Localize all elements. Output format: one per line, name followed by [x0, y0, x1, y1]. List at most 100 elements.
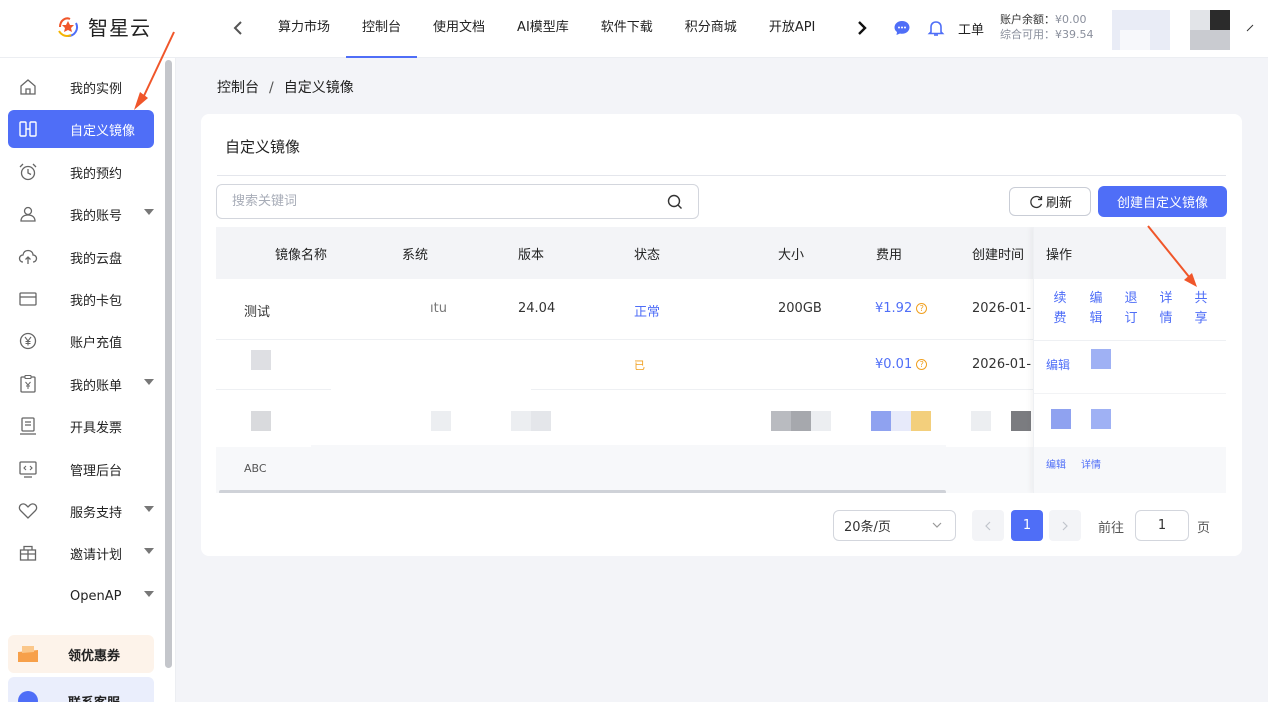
sidebar-promo-label: 联系客服 [68, 692, 120, 702]
tab-points-mall[interactable]: 积分商城 [669, 0, 753, 58]
tab-docs[interactable]: 使用文档 [417, 0, 501, 58]
chevron-left-icon [233, 21, 242, 35]
sidebar-promo-coupons[interactable]: 领优惠券 [8, 635, 154, 673]
chevron-down-icon [144, 548, 154, 554]
search-input[interactable] [232, 185, 652, 218]
page-title: 自定义镜像 [225, 138, 301, 156]
user-icon [20, 206, 36, 222]
redacted-block [531, 411, 551, 431]
sidebar-item-label: 自定义镜像 [70, 123, 136, 139]
column-header-size: 大小 [778, 248, 805, 263]
breadcrumb-current: 自定义镜像 [283, 80, 354, 96]
edit-button[interactable]: 编辑 [1046, 355, 1070, 375]
ticket-link[interactable]: 工单 [958, 19, 984, 38]
sidebar-item-support[interactable]: 服务支持 [8, 492, 154, 530]
divider [1034, 340, 1226, 341]
chevron-down-icon [932, 522, 942, 528]
share-button[interactable]: 共享 [1193, 289, 1209, 329]
edit-button[interactable]: 编辑 [1046, 456, 1066, 476]
sidebar-promo-contact[interactable]: 联系客服 [8, 677, 154, 702]
sidebar-item-label: 我的账号 [70, 208, 123, 224]
tab-open-api[interactable]: 开放API [753, 0, 832, 58]
details-button[interactable]: 详情 [1158, 289, 1174, 329]
nav-prev-arrow[interactable] [228, 16, 248, 40]
top-header: 智星云 算力市场 控制台 使用文档 AI模型库 软件下载 积分商城 开放API 工单 账户余… [0, 0, 1268, 58]
search-box [216, 184, 699, 219]
sidebar-item-invoice[interactable]: 开具发票 [8, 407, 154, 445]
gift-icon [19, 545, 37, 561]
sidebar-item-bills[interactable]: 我的账单 [8, 365, 154, 403]
edit-icon[interactable] [1246, 24, 1254, 32]
sidebar-item-cloud-disk[interactable]: 我的云盘 [8, 238, 154, 276]
goto-page-input[interactable] [1135, 510, 1189, 541]
edit-button[interactable]: 编辑 [1088, 289, 1104, 329]
image-icon [19, 121, 37, 137]
avatar-part [1190, 10, 1210, 30]
blank-icon [18, 586, 38, 606]
details-button[interactable]: 详情 [1081, 456, 1101, 476]
sidebar-item-admin[interactable]: 管理后台 [8, 450, 154, 488]
bell-icon[interactable] [927, 19, 945, 37]
sidebar-item-account[interactable]: 我的账号 [8, 195, 154, 233]
ops-header: 操作 [1034, 227, 1226, 279]
prev-page-button[interactable] [972, 510, 1004, 541]
column-header-version: 版本 [518, 248, 545, 263]
available-label: 综合可用： [1000, 28, 1055, 41]
home-icon [20, 79, 36, 95]
tab-compute-market[interactable]: 算力市场 [262, 0, 346, 58]
redacted-block [791, 411, 811, 431]
sidebar-item-label: 我的账单 [70, 378, 123, 394]
brand-logo[interactable]: 智星云 [54, 12, 151, 41]
redacted-block [1091, 349, 1111, 369]
column-header-system: 系统 [402, 248, 429, 263]
cloud-icon [18, 249, 38, 264]
sidebar-item-label: 我的实例 [70, 81, 123, 97]
custom-image-card: 自定义镜像 刷新 创建自定义镜像 镜像名称 系统 版本 状态 大小 费用 创建时… [201, 114, 1242, 556]
cell-name: ABC [244, 462, 267, 475]
redacted-block [871, 411, 891, 431]
column-header-name: 镜像名称 [275, 248, 328, 263]
sidebar-item-openapi[interactable]: OpenAP [8, 577, 154, 615]
horizontal-scrollbar[interactable] [219, 490, 946, 493]
refresh-label: 刷新 [1045, 196, 1072, 211]
chevron-down-icon [144, 591, 154, 597]
redacted-block [1120, 30, 1150, 50]
sidebar-item-reservations[interactable]: 我的预约 [8, 153, 154, 191]
page-number-button[interactable]: 1 [1011, 510, 1043, 541]
breadcrumb-root[interactable]: 控制台 [217, 80, 259, 96]
next-page-button[interactable] [1049, 510, 1081, 541]
sidebar-item-card-wallet[interactable]: 我的卡包 [8, 280, 154, 318]
chevron-right-icon [1062, 521, 1068, 530]
sidebar-item-custom-images[interactable]: 自定义镜像 [8, 110, 154, 148]
sidebar: 我的实例 自定义镜像 我的预约 我的账号 我的云盘 我的卡包 账户充值 我的账单… [0, 58, 176, 702]
refresh-button[interactable]: 刷新 [1009, 187, 1091, 216]
chevron-left-icon [985, 521, 991, 530]
sidebar-item-recharge[interactable]: 账户充值 [8, 322, 154, 360]
cell-system: ıtu [430, 301, 447, 316]
fee-value: ¥1.92 [875, 301, 913, 316]
search-icon[interactable] [666, 193, 684, 211]
sidebar-scrollbar[interactable] [165, 60, 172, 668]
sidebar-item-instances[interactable]: 我的实例 [8, 68, 154, 106]
page-size-select[interactable]: 20条/页 [833, 510, 956, 541]
help-icon[interactable]: ? [916, 303, 928, 314]
fee-value: ¥0.01 [875, 357, 913, 372]
sidebar-item-invite[interactable]: 邀请计划 [8, 534, 154, 572]
help-icon[interactable]: ? [916, 359, 928, 370]
cell-status: 已 [634, 359, 645, 372]
create-custom-image-button[interactable]: 创建自定义镜像 [1098, 186, 1227, 217]
tab-ai-models[interactable]: AI模型库 [501, 0, 585, 58]
refresh-icon [1030, 195, 1043, 208]
column-header-ops: 操作 [1046, 248, 1073, 263]
renew-button[interactable]: 续费 [1052, 289, 1068, 329]
tab-console[interactable]: 控制台 [346, 0, 418, 58]
chat-icon[interactable] [893, 19, 911, 37]
tab-software-download[interactable]: 软件下载 [585, 0, 669, 58]
account-balance: 账户余额：¥0.00 综合可用：¥39.54 [1000, 12, 1094, 42]
star-logo-icon [58, 16, 78, 37]
service-icon [18, 690, 38, 702]
cell-size: 200GB [778, 301, 822, 316]
cell-status: 正常 [634, 305, 661, 320]
unsubscribe-button[interactable]: 退订 [1123, 289, 1139, 329]
nav-next-arrow[interactable] [852, 16, 872, 40]
